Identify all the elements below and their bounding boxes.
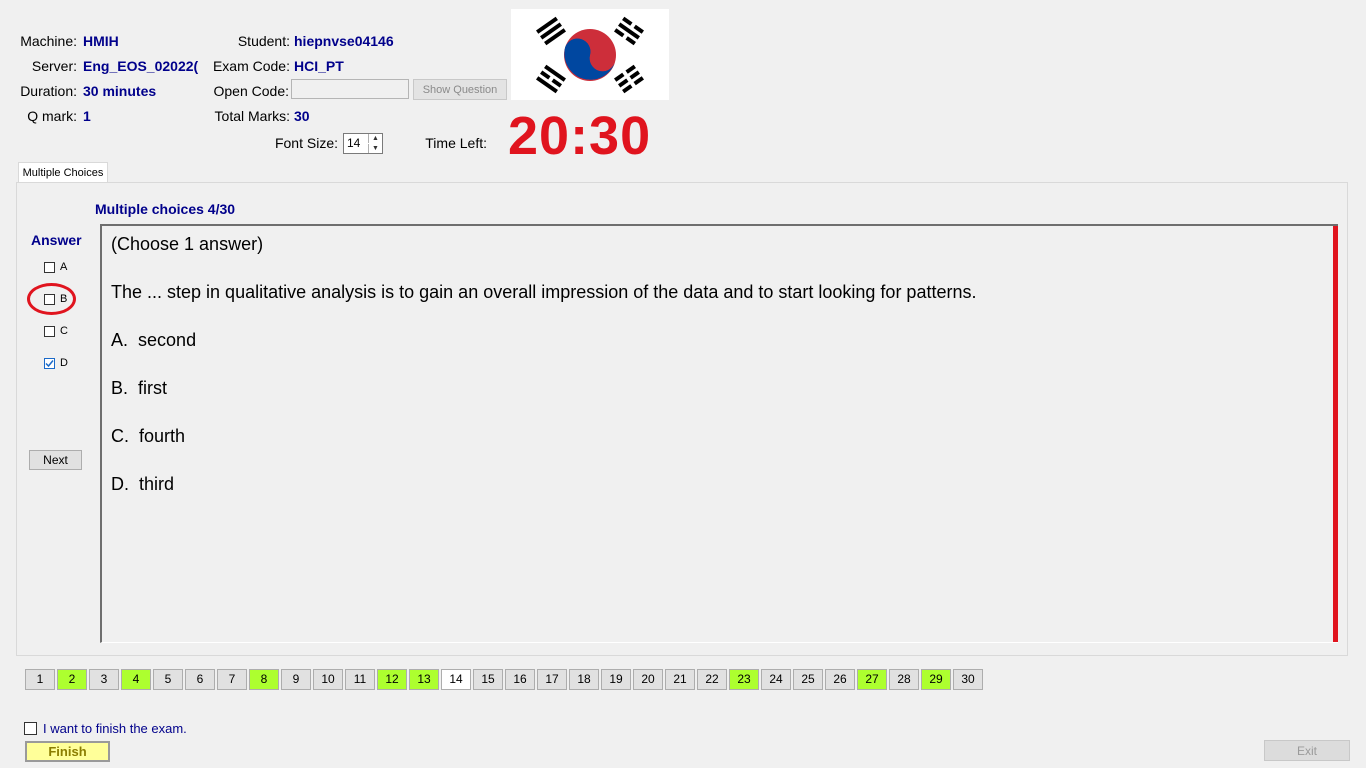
question-nav-button-2[interactable]: 2 (57, 669, 87, 690)
question-nav-button-13[interactable]: 13 (409, 669, 439, 690)
question-nav-button-22[interactable]: 22 (697, 669, 727, 690)
question-nav-button-29[interactable]: 29 (921, 669, 951, 690)
answer-choice-label: D (60, 357, 68, 369)
question-nav-button-16[interactable]: 16 (505, 669, 535, 690)
duration-label: Duration: (20, 83, 77, 99)
finish-confirm-checkbox[interactable] (24, 722, 37, 735)
checkbox[interactable] (44, 325, 55, 337)
checkmark-icon (45, 359, 54, 367)
font-size-label: Font Size: (274, 135, 338, 151)
font-size-value: 14 (347, 136, 361, 150)
question-nav-button-15[interactable]: 15 (473, 669, 503, 690)
question-nav-button-6[interactable]: 6 (185, 669, 215, 690)
south-korea-flag-icon (511, 9, 669, 100)
stepper-up-icon[interactable]: ▲ (368, 134, 382, 143)
question-nav-button-3[interactable]: 3 (89, 669, 119, 690)
answer-choice-c[interactable]: C (44, 325, 68, 337)
question-nav-button-12[interactable]: 12 (377, 669, 407, 690)
open-code-label: Open Code: (213, 83, 290, 99)
question-nav-button-25[interactable]: 25 (793, 669, 823, 690)
question-nav-button-10[interactable]: 10 (313, 669, 343, 690)
question-nav-button-28[interactable]: 28 (889, 669, 919, 690)
question-nav-button-11[interactable]: 11 (345, 669, 375, 690)
stepper-down-icon[interactable]: ▼ (368, 144, 382, 153)
student-value: hiepnvse04146 (294, 33, 394, 49)
next-button[interactable]: Next (29, 450, 82, 470)
question-option-a: A. second (111, 330, 196, 351)
student-label: Student: (237, 33, 290, 49)
question-navigation: 1 2 3 4 5 6 7 8 9 10 11 12 13 14 15 16 17 18 19 20 21 22 23 24 2… (25, 669, 983, 690)
option-text: third (139, 474, 175, 494)
question-heading: Multiple choices 4/30 (95, 201, 236, 217)
server-label: Server: (31, 58, 77, 74)
finish-button[interactable]: Finish (25, 741, 110, 762)
total-marks-value: 30 (294, 108, 310, 124)
option-letter: C. (111, 426, 129, 446)
option-text: first (138, 378, 168, 398)
question-nav-button-23[interactable]: 23 (729, 669, 759, 690)
question-nav-button-18[interactable]: 18 (569, 669, 599, 690)
machine-value: HMIH (83, 33, 119, 49)
answer-choice-a[interactable]: A (44, 261, 67, 273)
option-text: second (138, 330, 197, 350)
qmark-label: Q mark: (27, 108, 77, 124)
question-nav-button-17[interactable]: 17 (537, 669, 567, 690)
option-text: fourth (139, 426, 186, 446)
option-letter: D. (111, 474, 129, 494)
show-question-button[interactable]: Show Question (413, 79, 507, 100)
tab-multiple-choices[interactable]: Multiple Choices (18, 162, 108, 183)
question-nav-button-30[interactable]: 30 (953, 669, 983, 690)
answer-title: Answer (31, 232, 82, 248)
question-option-d: D. third (111, 474, 174, 495)
question-nav-button-5[interactable]: 5 (153, 669, 183, 690)
time-left-timer: 20:30 (508, 106, 652, 166)
question-nav-button-7[interactable]: 7 (217, 669, 247, 690)
question-option-c: C. fourth (111, 426, 185, 447)
duration-value: 30 minutes (83, 83, 157, 99)
qmark-value: 1 (83, 108, 91, 124)
question-nav-button-14[interactable]: 14 (441, 669, 471, 690)
checkbox[interactable] (44, 261, 55, 273)
font-size-stepper[interactable]: 14 ▲ ▼ (343, 133, 383, 154)
exit-button[interactable]: Exit (1264, 740, 1350, 761)
question-nav-button-27[interactable]: 27 (857, 669, 887, 690)
question-nav-button-20[interactable]: 20 (633, 669, 663, 690)
finish-confirm-label: I want to finish the exam. (43, 721, 187, 736)
question-nav-button-24[interactable]: 24 (761, 669, 791, 690)
question-content: (Choose 1 answer) The ... step in qualit… (100, 224, 1338, 643)
question-nav-button-9[interactable]: 9 (281, 669, 311, 690)
question-instruction: (Choose 1 answer) (111, 234, 264, 254)
checkbox-checked[interactable] (44, 357, 55, 369)
question-nav-button-19[interactable]: 19 (601, 669, 631, 690)
question-nav-button-26[interactable]: 26 (825, 669, 855, 690)
server-value: Eng_EOS_02022( (83, 58, 199, 74)
question-option-b: B. first (111, 378, 167, 399)
answer-choice-label: A (60, 261, 68, 273)
option-letter: A. (111, 330, 129, 350)
total-marks-label: Total Marks: (214, 108, 290, 124)
time-left-label: Time Left: (425, 135, 487, 151)
highlight-circle (27, 283, 76, 315)
question-nav-button-8[interactable]: 8 (249, 669, 279, 690)
machine-label: Machine: (20, 33, 77, 49)
finish-confirm-row[interactable]: I want to finish the exam. (24, 721, 187, 736)
exam-code-label: Exam Code: (212, 58, 290, 74)
answer-choice-label: C (60, 325, 68, 337)
question-text: The ... step in qualitative analysis is … (111, 282, 977, 302)
exam-code-value: HCI_PT (294, 58, 344, 74)
question-nav-button-1[interactable]: 1 (25, 669, 55, 690)
answer-choice-d[interactable]: D (44, 357, 68, 369)
option-letter: B. (111, 378, 129, 398)
open-code-input[interactable] (291, 79, 409, 99)
question-nav-button-4[interactable]: 4 (121, 669, 151, 690)
question-nav-button-21[interactable]: 21 (665, 669, 695, 690)
scroll-marker-bar (1333, 226, 1338, 642)
